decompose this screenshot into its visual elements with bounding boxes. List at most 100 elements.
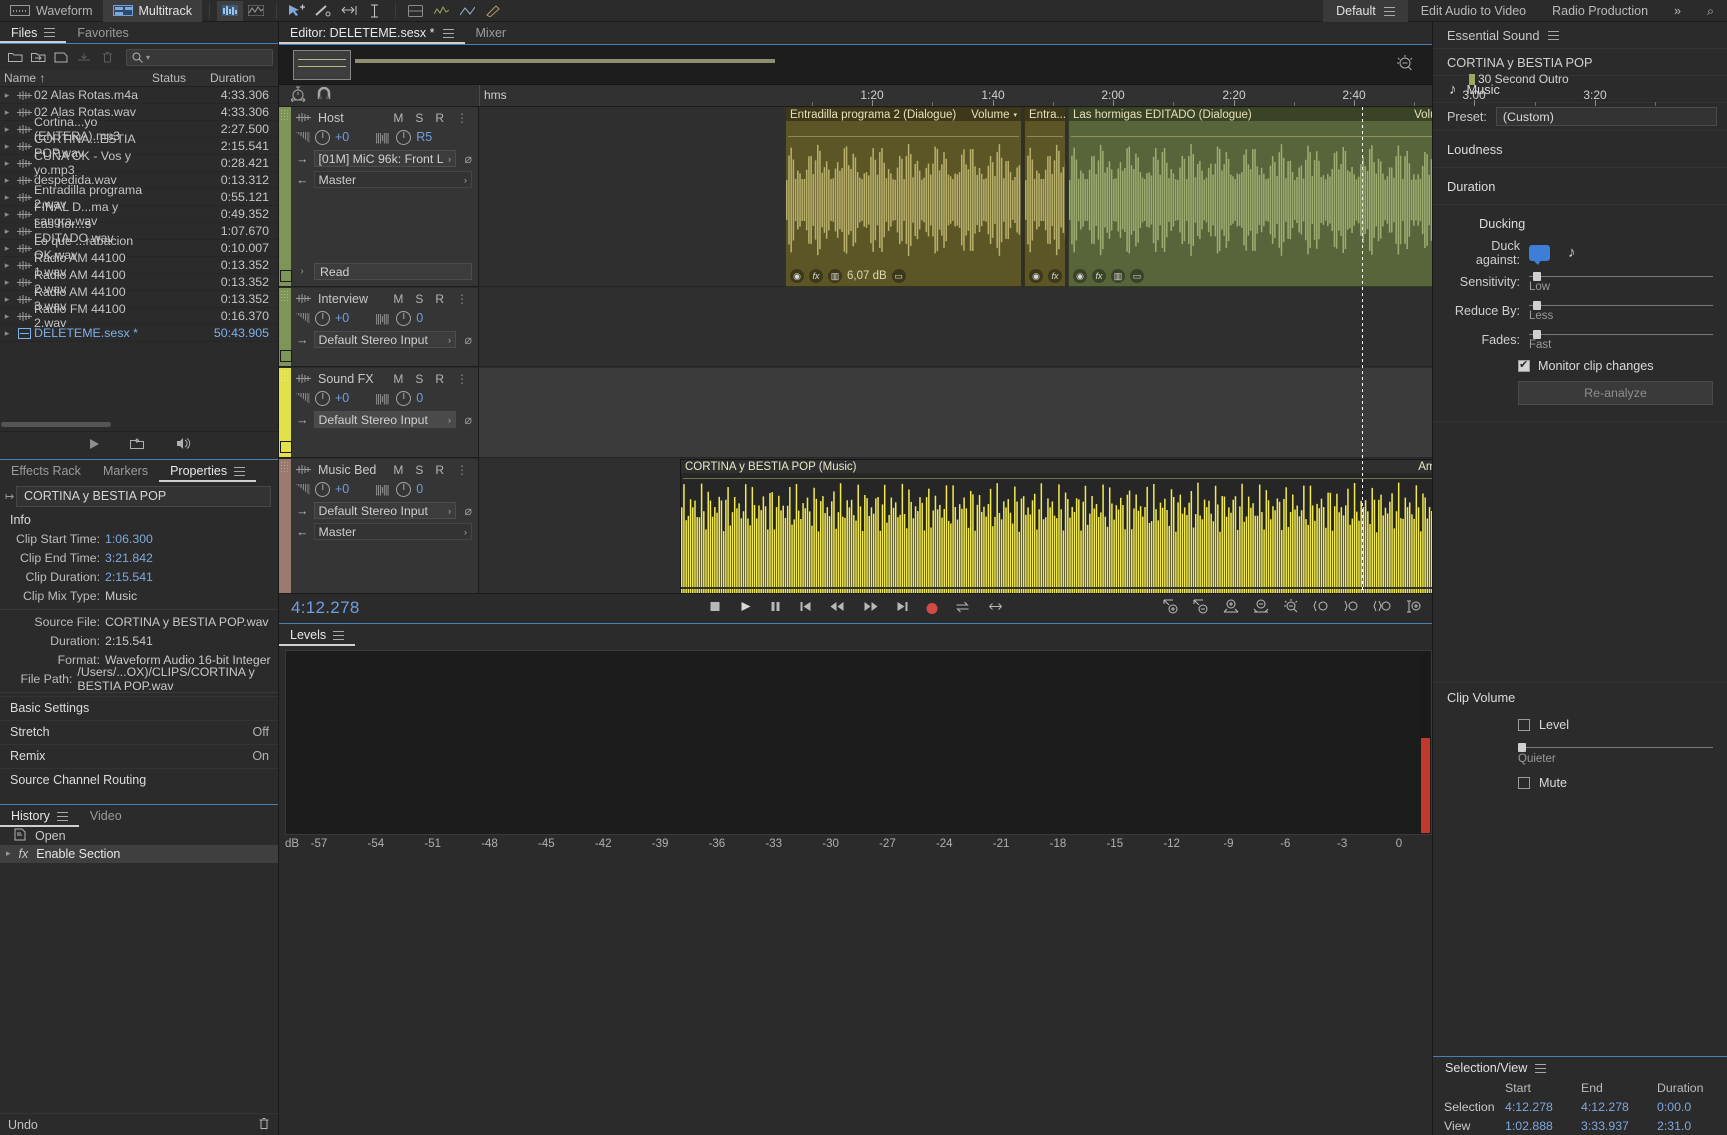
- current-time-display[interactable]: 4:12.278: [279, 598, 360, 618]
- disclosure-icon[interactable]: ▸: [0, 294, 14, 305]
- zoom-to-selection-out-icon[interactable]: [1343, 599, 1360, 617]
- spectral-frequency-button[interactable]: [216, 0, 243, 21]
- time-selection-tool-button[interactable]: [362, 1, 388, 21]
- move-tool-button[interactable]: [284, 1, 310, 21]
- properties-clip-name-field[interactable]: ↦ CORTINA y BESTIA POP: [5, 485, 271, 507]
- workspace-radio-production[interactable]: Radio Production: [1539, 0, 1661, 22]
- clip-parameter-menu[interactable]: Amplify: Left▾: [1418, 461, 1432, 473]
- track-pan-value[interactable]: 0: [416, 391, 423, 405]
- track-pan-value[interactable]: 0: [416, 311, 423, 325]
- table-row[interactable]: Selection 4:12.278 4:12.278 0:00.0: [1433, 1097, 1727, 1116]
- workspace-default-menu-icon[interactable]: [1383, 6, 1395, 16]
- speech-bubble-icon[interactable]: [1529, 244, 1550, 265]
- files-panel-menu-icon[interactable]: [44, 28, 56, 37]
- audio-clip[interactable]: Las hormigas EDITADO (Dialogue) Volume▾ ◉ f…: [1068, 107, 1432, 287]
- track-solo-button[interactable]: S: [415, 372, 423, 386]
- levels-meter-graph[interactable]: [285, 649, 1432, 835]
- track-header-music-bed[interactable]: Music Bed M S R ⋮ +0 |||ı||| 0 → Default Stereo I…: [279, 459, 478, 593]
- column-duration[interactable]: Duration: [210, 71, 278, 85]
- track-input-select[interactable]: [01M] MiC 96k: Front L ›: [313, 150, 456, 167]
- clip-volume-level-checkbox[interactable]: [1518, 719, 1530, 731]
- pencil-tool-button[interactable]: [481, 1, 507, 21]
- editor-panel-menu-icon[interactable]: [442, 28, 454, 38]
- clip-comment-icon[interactable]: ▭: [891, 269, 906, 283]
- frame-tool-button[interactable]: [403, 1, 429, 21]
- clip-fx-icon[interactable]: fx: [809, 269, 823, 283]
- clip-meter-icon[interactable]: ▥: [1111, 269, 1125, 283]
- tab-mixer[interactable]: Mixer: [465, 22, 518, 44]
- monitor-clip-changes-row[interactable]: Monitor clip changes: [1433, 354, 1727, 378]
- track-volume-value[interactable]: +0: [335, 130, 349, 144]
- track-lane-interview[interactable]: [479, 288, 1432, 367]
- volume-knob[interactable]: [315, 129, 330, 145]
- track-mute-button[interactable]: M: [393, 111, 403, 125]
- disclosure-icon[interactable]: ▸: [0, 158, 14, 169]
- track-arm-record-button[interactable]: R: [435, 463, 444, 477]
- timeline-ruler[interactable]: 30 Second Outro hms 1:20 1:40 2:00 2:20 2:40 3…: [479, 72, 1656, 106]
- track-indicator[interactable]: [280, 270, 292, 282]
- preview-play-icon[interactable]: [88, 438, 100, 453]
- tab-favorites[interactable]: Favorites: [66, 22, 139, 43]
- tab-markers[interactable]: Markers: [92, 461, 159, 482]
- trash-icon[interactable]: [258, 1117, 270, 1133]
- clip-title-bar[interactable]: CORTINA y BESTIA POP (Music) Amplify: Lef…: [681, 460, 1432, 473]
- files-horizontal-scrollbar[interactable]: [0, 417, 278, 431]
- slip-tool-button[interactable]: [336, 1, 362, 21]
- pan-knob[interactable]: [396, 129, 412, 145]
- clip-title-bar[interactable]: Entra...: [1025, 108, 1065, 121]
- track-color-strip[interactable]: [279, 459, 291, 593]
- new-file-icon[interactable]: [51, 47, 72, 67]
- volume-knob[interactable]: [315, 390, 330, 406]
- list-item[interactable]: ▸ DELETEME.sesx * 50:43.905: [0, 325, 278, 342]
- zoom-in-amplitude-icon[interactable]: [1163, 599, 1180, 617]
- track-header-sound-fx[interactable]: Sound FX M S R ⋮ +0 |||ı||| 0 → Default Stereo In…: [279, 368, 478, 458]
- track-mute-button[interactable]: M: [393, 463, 403, 477]
- marker-bar[interactable]: 30 Second Outro: [480, 71, 1569, 86]
- levels-panel-menu-icon[interactable]: [333, 630, 345, 640]
- clip-volume-envelope[interactable]: [1027, 136, 1063, 137]
- track-options-icon[interactable]: ⋮: [456, 111, 468, 125]
- fast-forward-button[interactable]: [862, 600, 878, 616]
- track-header-interview[interactable]: Interview M S R ⋮ +0 |||ı||| 0 → Default Stereo I…: [279, 288, 478, 367]
- track-input-select[interactable]: Default Stereo Input ›: [313, 331, 456, 348]
- clip-comment-icon[interactable]: ▭: [1130, 269, 1144, 283]
- record-button[interactable]: [926, 602, 937, 614]
- multitrack-view-button[interactable]: Multitrack: [102, 0, 202, 22]
- loop-button[interactable]: [954, 600, 970, 616]
- list-item[interactable]: ▸ 02 Alas Rotas.m4a 4:33.306: [0, 87, 278, 104]
- levels-meter[interactable]: dB -57 -54 -51 -48 -45 -42 -39 -36 -33 -30 -27 -24-…: [279, 645, 1432, 1135]
- track-color-strip[interactable]: [279, 107, 292, 286]
- disclosure-icon[interactable]: ▸: [0, 141, 14, 152]
- pan-knob[interactable]: [396, 390, 412, 406]
- table-row[interactable]: View 1:02.888 3:33.937 2:31.0: [1433, 1116, 1727, 1135]
- track-grip-icon[interactable]: [280, 109, 290, 121]
- track-output-select[interactable]: Master ›: [313, 523, 472, 540]
- workspace-edit-audio-to-video[interactable]: Edit Audio to Video: [1408, 0, 1539, 22]
- track-name[interactable]: Music Bed: [318, 463, 376, 477]
- property-section[interactable]: Stretch Off: [0, 719, 278, 744]
- volume-knob[interactable]: [315, 310, 330, 326]
- track-mute-button[interactable]: M: [393, 292, 403, 306]
- disclosure-icon[interactable]: ▸: [0, 192, 14, 203]
- track-indicator[interactable]: [280, 350, 292, 362]
- skip-to-start-button[interactable]: [798, 600, 812, 616]
- track-indicator[interactable]: [280, 441, 292, 453]
- essential-sound-group-loudness[interactable]: Loudness: [1433, 130, 1727, 167]
- search-help-button[interactable]: ⌕: [1694, 0, 1727, 22]
- razor-tool-button[interactable]: [310, 1, 336, 21]
- zoom-out-amplitude-icon[interactable]: [1193, 599, 1210, 617]
- track-name[interactable]: Host: [318, 111, 344, 125]
- track-options-icon[interactable]: ⋮: [456, 463, 468, 477]
- tab-properties[interactable]: Properties: [159, 461, 256, 482]
- clip-volume-knob[interactable]: [1518, 743, 1526, 752]
- tab-video[interactable]: Video: [79, 806, 133, 827]
- track-volume-value[interactable]: +0: [335, 391, 349, 405]
- sv-row-view-duration[interactable]: 2:31.0: [1653, 1116, 1727, 1135]
- track-options-icon[interactable]: ⋮: [456, 292, 468, 306]
- clip-gain-icon[interactable]: ◉: [1029, 269, 1043, 283]
- skip-to-end-button[interactable]: [895, 600, 909, 616]
- files-list[interactable]: ▸ 02 Alas Rotas.m4a 4:33.306 ▸ 02 Alas Rotas…: [0, 87, 278, 418]
- track-volume-value[interactable]: +0: [335, 311, 349, 325]
- import-file-icon[interactable]: [28, 47, 49, 67]
- sensitivity-slider[interactable]: Low: [1529, 271, 1713, 293]
